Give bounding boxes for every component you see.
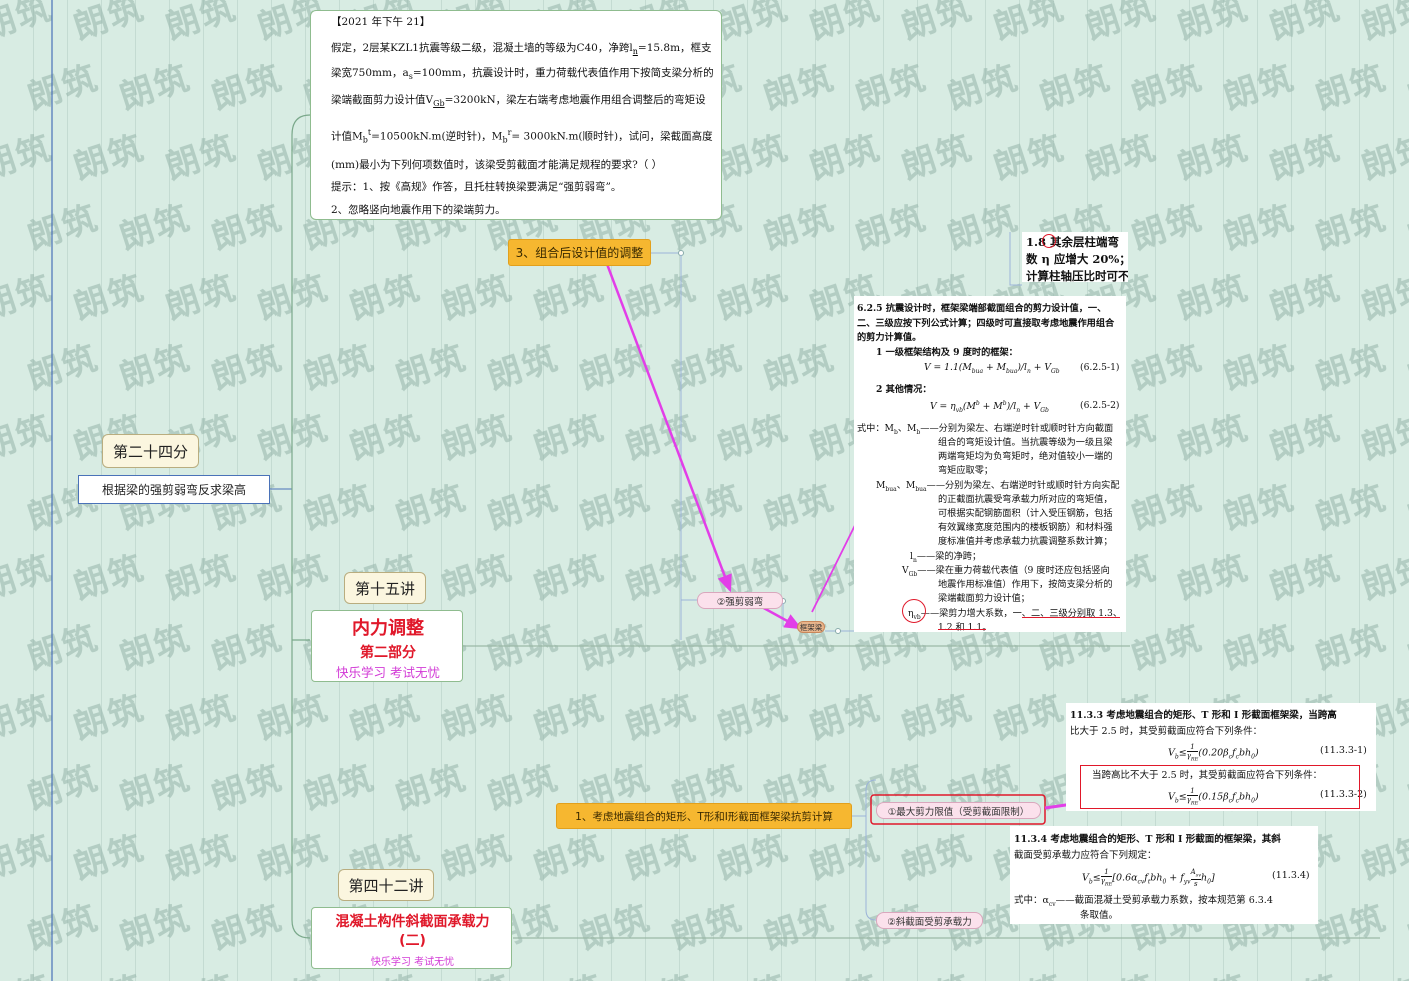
- code-line: 6.2.5 抗震设计时，框架梁端部截面组合的剪力设计值，一、: [857, 303, 1107, 314]
- question-line: 假定，2层某KZL1抗震等级二级，混凝土墙的等级为C40，净跨ln=15.8m，…: [331, 42, 712, 57]
- incline-shear-label: ②斜截面受剪承载力: [887, 916, 972, 928]
- code-line: 的剪力计算值。: [857, 332, 922, 343]
- lecture-15-header-label: 第十五讲: [354, 579, 415, 598]
- code-line: 弯矩应取零；: [938, 465, 994, 476]
- question-line: (mm)最小为下列何项数值时，该梁受剪截面才能满足规程的要求?（ ）: [331, 159, 663, 171]
- red-circle-mark: [1042, 234, 1056, 248]
- equation-6-2-5-1: V = 1.1(Mbua + Mbua)/ln + VGb: [924, 362, 1060, 375]
- lecture-42-title-2: (二): [399, 933, 426, 949]
- code-line: 比大于 2.5 时，其受剪截面应符合下列条件：: [1070, 726, 1263, 737]
- code-line: 可根据实配钢筋面积（计入受压钢筋，包括: [938, 508, 1113, 519]
- clip-line: 1.8 其余层柱端弯: [1026, 235, 1120, 249]
- incline-shear-node[interactable]: ②斜截面受剪承载力: [876, 912, 983, 929]
- code-line: 的正截面抗震受弯承载力所对应的弯矩值，: [938, 494, 1113, 505]
- code-line: 11.3.3 考虑地震组合的矩形、T 形和 I 形截面框架梁，当跨高: [1070, 710, 1337, 721]
- lecture-42-header[interactable]: 第四十二讲: [338, 869, 434, 901]
- frame-beam-label: 框架梁: [799, 622, 823, 632]
- clip-line: 计算柱轴压比时可不: [1026, 269, 1128, 282]
- equation-11-3-3-1: Vb≤ 1 γRE(0.20βcfcbh0): [1168, 743, 1259, 763]
- code-line: 地震作用标准值）作用下，按简支梁分析的: [938, 579, 1113, 590]
- lecture-42-header-label: 第四十二讲: [348, 876, 424, 895]
- equation-number: (6.2.5-2): [1080, 400, 1120, 411]
- red-underline: [938, 629, 986, 630]
- lecture-42-title: 混凝土构件斜截面承载力: [335, 914, 490, 930]
- code-line: 有效翼缘宽度范围内的楼板钢筋）和材料强: [938, 522, 1113, 533]
- red-highlight-box: [1080, 765, 1360, 809]
- equation-number: (11.3.3-1): [1320, 745, 1367, 756]
- strong-shear-node[interactable]: ②强剪弱弯: [697, 592, 783, 609]
- question-line: 梁端截面剪力设计值VGb=3200kN，梁左右端考虑地震作用组合调整后的弯矩设: [331, 94, 706, 109]
- clip-line: 数 η 应增大 20%；: [1026, 252, 1128, 266]
- code-6-2-5-panel: 6.2.5 抗震设计时，框架梁端部截面组合的剪力设计值，一、 二、三级应按下列公…: [854, 296, 1126, 632]
- code-line: 组合的弯矩设计值。当抗震等级为一级且梁: [938, 437, 1113, 448]
- topic-node[interactable]: 根据梁的强剪弱弯反求梁高: [78, 475, 270, 504]
- lecture-15-card[interactable]: 内力调整 第二部分 快乐学习 考试无忧: [311, 610, 463, 682]
- question-panel: 【2021 年下午 21】 假定，2层某KZL1抗震等级二级，混凝土墙的等级为C…: [310, 10, 722, 220]
- code-line: 条取值。: [1080, 910, 1119, 921]
- shear-calc-label: 1、考虑地震组合的矩形、T形和I形截面框架梁抗剪计算: [575, 810, 833, 823]
- code-11-3-3-panel: 11.3.3 考虑地震组合的矩形、T 形和 I 形截面框架梁，当跨高 比大于 2…: [1066, 703, 1376, 811]
- equation-number: (6.2.5-1): [1080, 362, 1120, 373]
- question-line: 2、忽略竖向地震作用下的梁端剪力。: [331, 204, 506, 216]
- lecture-15-slogan: 快乐学习 考试无忧: [336, 665, 440, 680]
- combo-adjust-node[interactable]: 3、组合后设计值的调整: [508, 239, 651, 266]
- equation-11-3-4: Vb≤ 1 γRE[0.6αcvftbh0 + fyv Asv sh0]: [1082, 868, 1215, 889]
- code-line: 截面受剪承载力应符合下列规定：: [1014, 850, 1157, 861]
- question-line: 【2021 年下午 21】: [331, 16, 431, 28]
- question-line: 梁宽750mm，as=100mm，抗震设计时，重力荷载代表值作用下按简支梁分析的: [331, 67, 714, 82]
- lecture-42-slogan: 快乐学习 考试无忧: [370, 957, 455, 968]
- max-shear-label: ①最大剪力限值（受剪截面限制）: [887, 806, 1030, 818]
- question-line: 提示：1、按《高规》作答，且托柱转换梁要满足“强剪弱弯”。: [331, 181, 622, 193]
- lecture-15-title: 内力调整: [352, 618, 424, 639]
- lecture-42-card[interactable]: 混凝土构件斜截面承载力 (二) 快乐学习 考试无忧: [311, 907, 512, 969]
- code-line: 度标准值并考虑承载力抗震调整系数计算；: [938, 536, 1113, 547]
- strong-shear-label: ②强剪弱弯: [716, 596, 764, 608]
- code-line: 式中：αcv——截面混凝土受剪承载力系数，按本规范第 6.3.4: [1014, 895, 1273, 908]
- frame-beam-node[interactable]: 框架梁: [797, 621, 825, 633]
- code-line: 两端弯矩均为负弯矩时，绝对值较小一端的: [938, 451, 1113, 462]
- code-line: 1 一级框架结构及 9 度时的框架：: [876, 347, 1018, 358]
- red-underline: [1022, 617, 1120, 618]
- lecture-bubble-label: 第二十四分: [112, 442, 188, 461]
- max-shear-node[interactable]: ①最大剪力限值（受剪截面限制）: [876, 802, 1041, 819]
- code-line: 二、三级应按下列公式计算；四级时可直接取考虑地震作用组合: [857, 318, 1115, 329]
- lecture-bubble[interactable]: 第二十四分: [102, 434, 199, 468]
- equation-number: (11.3.4): [1272, 870, 1310, 881]
- equation-6-2-5-2: V = ηvb(Mb + Mb)/ln + VGb: [930, 400, 1049, 414]
- lecture-15-subtitle: 第二部分: [360, 645, 416, 661]
- mindmap-canvas: 朗筑 朗筑 朗筑 朗筑 朗筑 朗筑 朗筑 朗筑 朗筑 朗筑 朗筑 朗筑 朗筑 朗筑 朗筑 朗筑 朗筑 朗筑 朗筑 朗筑…: [0, 0, 1409, 981]
- code-11-3-4-panel: 11.3.4 考虑地震组合的矩形、T 形和 I 形截面的框架梁，其斜 截面受剪承…: [1010, 826, 1318, 924]
- topic-node-label: 根据梁的强剪弱弯反求梁高: [101, 483, 246, 497]
- red-circle-mark: [902, 599, 926, 623]
- lecture-15-header[interactable]: 第十五讲: [344, 572, 426, 604]
- clip-panel-1-8: 1.8 其余层柱端弯 数 η 应增大 20%； 计算柱轴压比时可不: [1022, 232, 1128, 282]
- shear-calc-node[interactable]: 1、考虑地震组合的矩形、T形和I形截面框架梁抗剪计算: [556, 803, 852, 829]
- code-line: 11.3.4 考虑地震组合的矩形、T 形和 I 形截面的框架梁，其斜: [1014, 834, 1281, 845]
- code-line: 1.2 和 1.1。: [938, 622, 992, 632]
- code-line: 2 其他情况：: [876, 384, 932, 395]
- question-line: 计值Mbt=10500kN.m(逆时针)，Mbr= 3000kN.m(顺时针)，…: [331, 128, 713, 145]
- code-line: 梁端截面剪力设计值；: [938, 593, 1030, 604]
- combo-adjust-label: 3、组合后设计值的调整: [515, 246, 644, 260]
